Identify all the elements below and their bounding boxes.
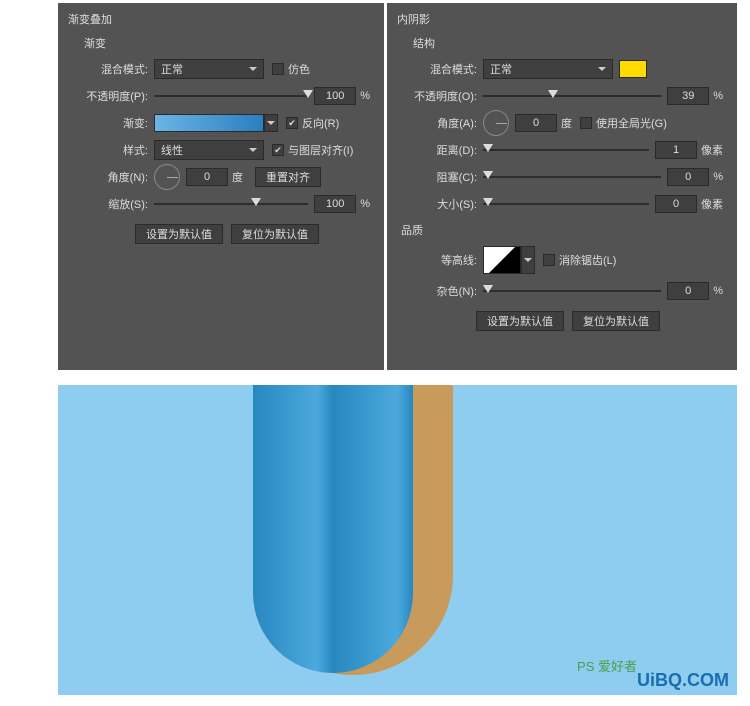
set-default-button[interactable]: 设置为默认值 (476, 311, 564, 331)
scale-label: 缩放(S): (84, 196, 154, 212)
style-label: 样式: (84, 142, 154, 158)
unit-px: 像素 (701, 142, 723, 158)
unit-px: 像素 (701, 196, 723, 212)
chevron-down-icon (249, 67, 257, 71)
chevron-down-icon (249, 148, 257, 152)
inner-shadow-panel: 内阴影 结构 混合模式: 正常 不透明度(O): % (387, 3, 737, 370)
reset-align-button[interactable]: 重置对齐 (255, 167, 321, 187)
contour-dropdown[interactable] (521, 246, 535, 274)
choke-slider[interactable] (483, 170, 661, 184)
reverse-checkbox[interactable] (286, 117, 298, 129)
angle-dial[interactable] (154, 164, 180, 190)
watermark-text: PS 爱好者 (577, 656, 637, 675)
chevron-down-icon (598, 67, 606, 71)
scale-slider[interactable] (154, 197, 308, 211)
distance-label: 距离(D): (413, 142, 483, 158)
gradient-label: 渐变: (84, 115, 154, 131)
blend-mode-label: 混合模式: (413, 61, 483, 77)
angle-label: 角度(N): (84, 169, 154, 185)
noise-label: 杂色(N): (413, 283, 483, 299)
noise-input[interactable] (667, 282, 709, 300)
opacity-input[interactable] (667, 87, 709, 105)
choke-label: 阻塞(C): (413, 169, 483, 185)
noise-slider[interactable] (483, 284, 661, 298)
reset-default-button[interactable]: 复位为默认值 (231, 224, 319, 244)
angle-input[interactable] (186, 168, 228, 186)
section-label: 结构 (413, 35, 723, 51)
unit-deg: 度 (561, 115, 572, 131)
unit-percent: % (713, 171, 723, 183)
style-value: 线性 (161, 142, 183, 158)
set-default-button[interactable]: 设置为默认值 (135, 224, 223, 244)
section-label: 渐变 (84, 35, 370, 51)
antialias-label: 消除锯齿(L) (559, 252, 616, 268)
distance-slider[interactable] (483, 143, 649, 157)
angle-dial[interactable] (483, 110, 509, 136)
blend-mode-label: 混合模式: (84, 61, 154, 77)
antialias-checkbox[interactable] (543, 254, 555, 266)
unit-percent: % (360, 90, 370, 102)
opacity-slider[interactable] (483, 89, 661, 103)
opacity-input[interactable] (314, 87, 356, 105)
gradient-dropdown[interactable] (264, 114, 278, 132)
unit-percent: % (713, 90, 723, 102)
align-checkbox[interactable] (272, 144, 284, 156)
unit-percent: % (713, 285, 723, 297)
blend-mode-value: 正常 (490, 61, 512, 77)
global-light-checkbox[interactable] (580, 117, 592, 129)
reverse-label: 反向(R) (302, 115, 339, 131)
watermark-logo: UiBQ.COM (637, 670, 729, 691)
choke-input[interactable] (667, 168, 709, 186)
gradient-swatch[interactable] (154, 114, 264, 132)
global-light-label: 使用全局光(G) (596, 115, 667, 131)
size-input[interactable] (655, 195, 697, 213)
style-select[interactable]: 线性 (154, 140, 264, 160)
opacity-slider[interactable] (154, 89, 308, 103)
panel-title: 内阴影 (397, 11, 727, 27)
unit-percent: % (360, 198, 370, 210)
pencil-illustration (253, 385, 453, 695)
angle-input[interactable] (515, 114, 557, 132)
size-label: 大小(S): (413, 196, 483, 212)
size-slider[interactable] (483, 197, 649, 211)
dither-label: 仿色 (288, 61, 310, 77)
opacity-label: 不透明度(P): (84, 88, 154, 104)
preview-area: PS 爱好者 UiBQ.COM (58, 385, 737, 695)
angle-label: 角度(A): (413, 115, 483, 131)
dither-checkbox[interactable] (272, 63, 284, 75)
chevron-down-icon (267, 121, 275, 125)
blend-mode-select[interactable]: 正常 (483, 59, 613, 79)
blend-mode-select[interactable]: 正常 (154, 59, 264, 79)
color-swatch[interactable] (619, 60, 647, 78)
align-label: 与图层对齐(I) (288, 142, 353, 158)
panel-title: 渐变叠加 (68, 11, 374, 27)
chevron-down-icon (524, 258, 532, 262)
contour-swatch[interactable] (483, 246, 521, 274)
scale-input[interactable] (314, 195, 356, 213)
gradient-overlay-panel: 渐变叠加 渐变 混合模式: 正常 仿色 不透明度(P): % (58, 3, 384, 370)
quality-label: 品质 (401, 222, 723, 238)
distance-input[interactable] (655, 141, 697, 159)
blend-mode-value: 正常 (161, 61, 183, 77)
reset-default-button[interactable]: 复位为默认值 (572, 311, 660, 331)
unit-deg: 度 (232, 169, 243, 185)
opacity-label: 不透明度(O): (413, 88, 483, 104)
contour-label: 等高线: (413, 252, 483, 268)
